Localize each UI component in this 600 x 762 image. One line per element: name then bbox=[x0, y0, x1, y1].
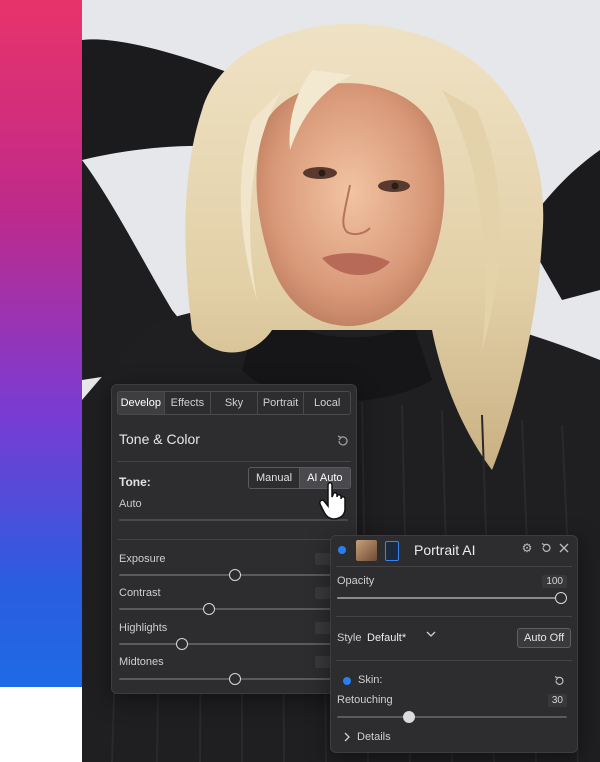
highlights-slider-knob[interactable] bbox=[175, 638, 188, 650]
chevron-down-icon[interactable] bbox=[426, 629, 436, 639]
midtones-label: Midtones bbox=[119, 656, 164, 668]
details-toggle[interactable]: Details bbox=[357, 731, 391, 743]
chevron-right-icon[interactable] bbox=[343, 732, 351, 742]
contrast-slider-knob[interactable] bbox=[203, 603, 216, 615]
enabled-dot-icon[interactable] bbox=[338, 546, 346, 554]
tab-effects[interactable]: Effects bbox=[165, 392, 212, 414]
divider bbox=[336, 616, 572, 617]
tone-label: Tone: bbox=[119, 475, 151, 489]
skin-reset-icon[interactable] bbox=[553, 675, 565, 687]
highlights-label: Highlights bbox=[119, 622, 168, 634]
retouching-slider-track[interactable] bbox=[337, 716, 567, 718]
retouching-value[interactable]: 30 bbox=[547, 694, 567, 707]
highlights-slider-track[interactable] bbox=[119, 643, 348, 645]
tab-local[interactable]: Local bbox=[304, 392, 350, 414]
exposure-slider-knob[interactable] bbox=[228, 569, 241, 581]
undo-icon[interactable] bbox=[540, 542, 552, 554]
style-dropdown[interactable]: Default* bbox=[367, 632, 406, 644]
opacity-label: Opacity bbox=[337, 575, 375, 587]
panel-tabs: Develop Effects Sky Portrait Local bbox=[117, 391, 351, 415]
opacity-value[interactable]: 100 bbox=[542, 575, 567, 588]
section-title: Tone & Color bbox=[119, 431, 200, 447]
auto-slider-track[interactable] bbox=[119, 519, 348, 521]
midtones-slider-knob[interactable] bbox=[228, 673, 241, 685]
style-label: Style bbox=[337, 632, 362, 644]
auto-off-button[interactable]: Auto Off bbox=[517, 628, 572, 648]
manual-mode-button[interactable]: Manual bbox=[249, 468, 299, 488]
exposure-label: Exposure bbox=[119, 553, 166, 565]
tab-sky[interactable]: Sky bbox=[211, 392, 258, 414]
face-thumbnail[interactable] bbox=[356, 540, 377, 561]
develop-panel: Develop Effects Sky Portrait Local Tone … bbox=[111, 384, 357, 694]
auto-slider-label: Auto bbox=[119, 498, 142, 510]
opacity-slider-knob[interactable] bbox=[555, 592, 567, 604]
divider bbox=[117, 539, 351, 540]
reset-icon[interactable] bbox=[336, 434, 350, 448]
panel-title: Portrait AI bbox=[414, 542, 476, 558]
gear-icon[interactable]: ⚙ bbox=[521, 542, 533, 554]
divider bbox=[117, 461, 351, 462]
tab-develop[interactable]: Develop bbox=[118, 392, 165, 414]
close-icon[interactable] bbox=[558, 542, 570, 554]
divider bbox=[336, 660, 572, 661]
tab-portrait[interactable]: Portrait bbox=[258, 392, 305, 414]
retouching-label: Retouching bbox=[337, 694, 393, 706]
divider bbox=[336, 566, 572, 567]
mask-icon[interactable] bbox=[385, 541, 399, 561]
contrast-label: Contrast bbox=[119, 587, 161, 599]
hand-cursor-icon bbox=[319, 482, 346, 520]
opacity-slider-track[interactable] bbox=[337, 597, 563, 599]
contrast-slider-track[interactable] bbox=[119, 608, 348, 610]
skin-label: Skin: bbox=[358, 674, 383, 686]
skin-enabled-dot-icon[interactable] bbox=[343, 677, 351, 685]
retouching-slider-knob[interactable] bbox=[403, 711, 415, 723]
portrait-ai-panel: Portrait AI ⚙ Opacity 100 Style Default*… bbox=[330, 535, 578, 753]
